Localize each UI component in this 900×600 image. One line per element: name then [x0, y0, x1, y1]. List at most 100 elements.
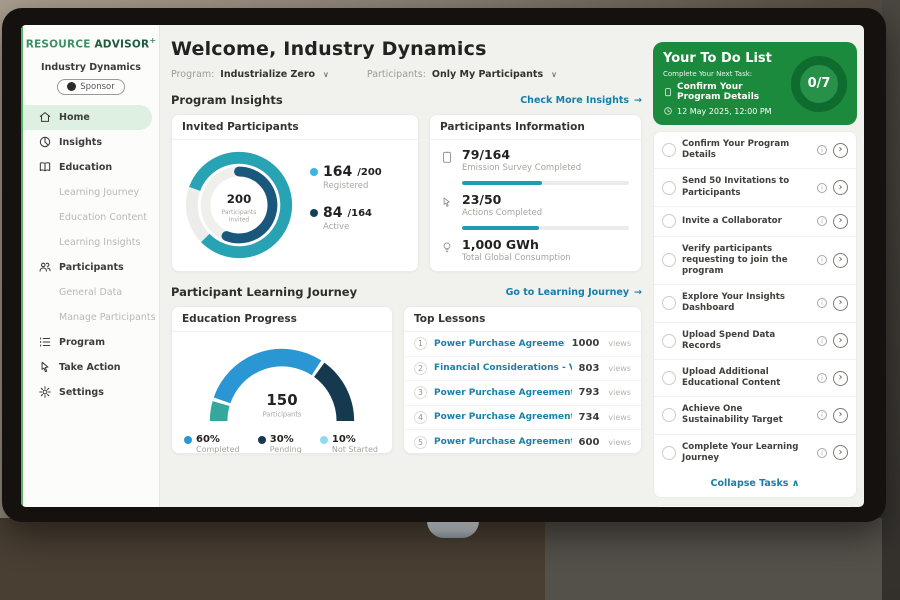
collapse-tasks-link[interactable]: Collapse Tasks ∧ — [654, 471, 856, 497]
svg-text:Participants: Participants — [263, 411, 302, 419]
lesson-link[interactable]: Power Purchase Agreements 103 — [434, 437, 572, 447]
checkbox[interactable] — [662, 214, 676, 228]
chevron-right-icon[interactable]: › — [833, 214, 848, 229]
chevron-right-icon[interactable]: › — [833, 296, 848, 311]
todo-item[interactable]: Explore Your Insights Dashboard i › — [654, 285, 856, 322]
chevron-right-icon[interactable]: › — [833, 180, 848, 195]
sidebar-item-label: Home — [59, 112, 90, 123]
todo-item[interactable]: Achieve One Sustainability Target i › — [654, 397, 856, 434]
sidebar-item-label: Settings — [59, 387, 104, 398]
lesson-link[interactable]: Power Purchase Agreements 102 — [434, 412, 572, 422]
chevron-down-icon[interactable]: ∨ — [323, 70, 329, 79]
sidebar-item-manage-participants[interactable]: Manage Participants — [23, 305, 159, 330]
gear-icon — [38, 385, 52, 399]
invited-participants-donut: 200 Participants Invited — [180, 146, 298, 264]
checkbox[interactable] — [662, 408, 676, 422]
checkbox[interactable] — [662, 371, 676, 385]
chevron-right-icon[interactable]: › — [833, 371, 848, 386]
organization-name: Industry Dynamics — [23, 62, 159, 73]
sidebar-item-general-data[interactable]: General Data — [23, 280, 159, 305]
checkbox[interactable] — [662, 446, 676, 460]
main-content: Welcome, Industry Dynamics Program: Indu… — [160, 25, 651, 507]
todo-item[interactable]: Verify participants requesting to join t… — [654, 237, 856, 286]
chevron-right-icon[interactable]: › — [833, 408, 848, 423]
lesson-link[interactable]: Financial Considerations - VPPAs — [434, 363, 572, 373]
filters-row: Program: Industrialize Zero ∨ Participan… — [171, 69, 642, 80]
legend-not-started: 10% Not Started — [320, 434, 378, 454]
todo-item[interactable]: Complete Your Learning Journey i › — [654, 435, 856, 471]
legend-pending: 30% Pending — [258, 434, 302, 454]
check-more-insights-link[interactable]: Check More Insights → — [520, 95, 642, 106]
chevron-down-icon[interactable]: ∨ — [551, 70, 557, 79]
chevron-right-icon[interactable]: › — [833, 445, 848, 460]
card-title: Top Lessons — [404, 307, 641, 332]
sidebar-item-label: Education Content — [59, 212, 147, 223]
sponsor-badge-label: Sponsor — [80, 82, 115, 92]
info-icon[interactable]: i — [817, 336, 827, 346]
info-icon[interactable]: i — [817, 255, 827, 265]
todo-item[interactable]: Upload Spend Data Records i › — [654, 323, 856, 360]
checkbox[interactable] — [662, 181, 676, 195]
info-icon[interactable]: i — [817, 216, 827, 226]
checkbox[interactable] — [662, 143, 676, 157]
background-wall — [545, 518, 900, 600]
sidebar-item-education[interactable]: Education — [23, 155, 159, 180]
sidebar-item-learning-insights[interactable]: Learning Insights — [23, 230, 159, 255]
todo-item[interactable]: Invite a Collaborator i › — [654, 207, 856, 237]
brand-logo: RESOURCE ADVISOR+ — [23, 36, 159, 51]
checkbox[interactable] — [662, 296, 676, 310]
todo-item[interactable]: Upload Additional Educational Content i … — [654, 360, 856, 397]
sidebar-item-home[interactable]: Home — [23, 105, 152, 130]
lesson-link[interactable]: Power Purchase Agreements 101 — [434, 388, 572, 398]
stat-emission-survey: 79/164 Emission Survey Completed — [430, 140, 641, 175]
go-to-learning-journey-link[interactable]: Go to Learning Journey → — [506, 287, 642, 298]
sidebar-item-take-action[interactable]: Take Action — [23, 355, 159, 380]
brand-plus: + — [149, 36, 156, 45]
info-icon[interactable]: i — [817, 373, 827, 383]
recent-news-card: Recent News — [653, 505, 857, 507]
chevron-right-icon[interactable]: › — [833, 253, 848, 268]
lesson-row: 4 Power Purchase Agreements 102 734views — [404, 406, 641, 431]
info-icon[interactable]: i — [817, 410, 827, 420]
participants-dropdown[interactable]: Only My Participants — [432, 69, 543, 80]
todo-item[interactable]: Send 50 Invitations to Participants i › — [654, 169, 856, 206]
svg-text:Participants: Participants — [222, 210, 257, 216]
click-action-icon — [38, 360, 52, 374]
legend-dot — [310, 209, 318, 217]
card-title: Invited Participants — [172, 115, 418, 140]
svg-text:Invited: Invited — [229, 218, 250, 224]
lesson-row: 1 Power Purchase Agreements 101 1000view… — [404, 332, 641, 357]
legend-completed: 60% Completed — [184, 434, 240, 454]
info-icon[interactable]: i — [817, 298, 827, 308]
arrow-right-icon: → — [634, 95, 642, 106]
todo-header-card: Your To Do List Complete Your Next Task:… — [653, 42, 857, 125]
program-dropdown[interactable]: Industrialize Zero — [220, 69, 315, 80]
todo-item[interactable]: Confirm Your Program Details i › — [654, 132, 856, 169]
chevron-right-icon[interactable]: › — [833, 333, 848, 348]
info-icon[interactable]: i — [817, 448, 827, 458]
todo-subtitle: Complete Your Next Task: — [663, 70, 785, 78]
chevron-up-icon: ∧ — [792, 478, 800, 489]
participants-filter-label: Participants: — [367, 69, 426, 80]
sidebar-item-settings[interactable]: Settings — [23, 380, 159, 405]
sidebar-item-insights[interactable]: Insights — [23, 130, 159, 155]
legend-active: 84/164 Active — [310, 205, 382, 232]
dashboard-screen: RESOURCE ADVISOR+ Industry Dynamics Spon… — [21, 25, 864, 507]
todo-list-card: Confirm Your Program Details i › Send 50… — [653, 131, 857, 498]
checkbox[interactable] — [662, 253, 676, 267]
info-icon[interactable]: i — [817, 183, 827, 193]
action-icon — [440, 195, 454, 209]
sponsor-badge[interactable]: Sponsor — [57, 79, 125, 95]
checkbox[interactable] — [662, 334, 676, 348]
sidebar-item-participants[interactable]: Participants — [23, 255, 159, 280]
info-icon[interactable]: i — [817, 145, 827, 155]
lesson-link[interactable]: Power Purchase Agreements 101 — [434, 339, 565, 349]
todo-next-task: Confirm Your Program Details — [677, 82, 785, 102]
sidebar-item-learning-journey[interactable]: Learning Journey — [23, 180, 159, 205]
chevron-right-icon[interactable]: › — [833, 143, 848, 158]
todo-progress-ring: 0/7 — [791, 56, 847, 112]
todo-title: Your To Do List — [663, 51, 785, 66]
bulb-icon — [440, 240, 454, 254]
sidebar-item-program[interactable]: Program — [23, 330, 159, 355]
sidebar-item-education-content[interactable]: Education Content — [23, 205, 159, 230]
